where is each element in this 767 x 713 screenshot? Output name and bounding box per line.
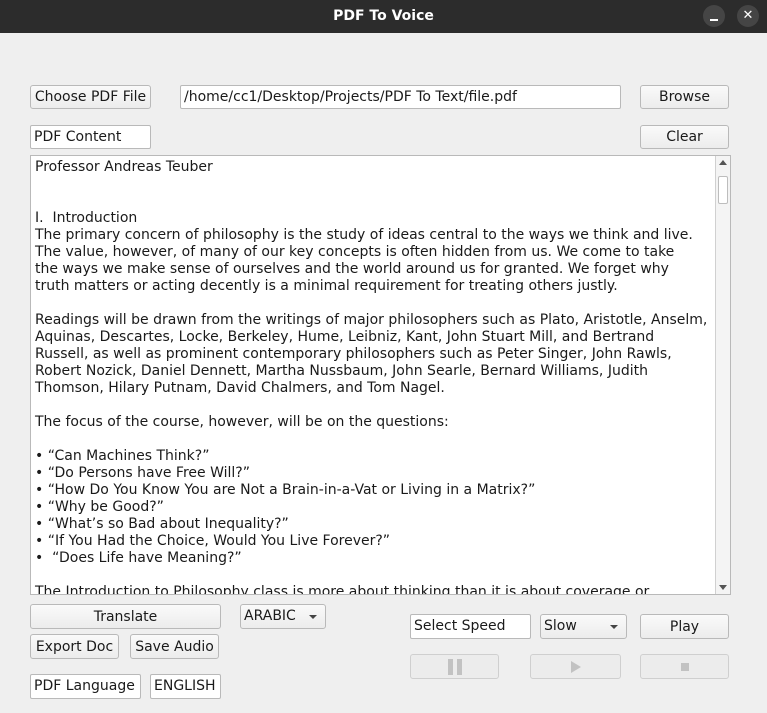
clear-button[interactable]: Clear	[640, 125, 729, 149]
choose-pdf-file-button[interactable]: Choose PDF File	[30, 85, 151, 109]
pause-button[interactable]	[410, 654, 499, 679]
translate-language-value: ARABIC	[244, 608, 296, 624]
minimize-icon	[710, 19, 718, 21]
pdf-content-label: PDF Content	[30, 125, 151, 149]
translate-button[interactable]: Translate	[30, 604, 221, 629]
pause-icon	[447, 658, 462, 675]
play-icon	[570, 660, 581, 673]
scroll-thumb[interactable]	[718, 176, 728, 204]
select-speed-label: Select Speed	[410, 614, 531, 639]
play-button[interactable]: Play	[640, 614, 729, 639]
export-doc-button[interactable]: Export Doc	[30, 634, 119, 659]
title-bar: PDF To Voice ✕	[0, 0, 767, 33]
pdf-content-text: Professor Andreas Teuber I. Introduction…	[35, 159, 708, 595]
speed-value: Slow	[544, 618, 577, 634]
pdf-language-label: PDF Language	[30, 674, 141, 699]
translate-language-select[interactable]: ARABIC	[240, 604, 326, 629]
chevron-down-icon	[309, 615, 317, 619]
close-icon: ✕	[742, 8, 754, 23]
stop-icon	[680, 662, 689, 671]
scroll-down-icon[interactable]	[719, 585, 727, 590]
pdf-language-value: ENGLISH	[150, 674, 221, 699]
save-audio-button[interactable]: Save Audio	[130, 634, 219, 659]
minimize-button[interactable]	[703, 5, 725, 27]
vertical-scrollbar[interactable]	[715, 156, 730, 594]
stop-button[interactable]	[640, 654, 729, 679]
pdf-content-textarea[interactable]: Professor Andreas Teuber I. Introduction…	[30, 155, 731, 595]
chevron-down-icon	[610, 625, 618, 629]
close-button[interactable]: ✕	[737, 5, 759, 27]
window-title: PDF To Voice	[333, 8, 434, 24]
browse-button[interactable]: Browse	[640, 85, 729, 109]
resume-button[interactable]	[530, 654, 621, 679]
scroll-up-icon[interactable]	[719, 160, 727, 165]
speed-select[interactable]: Slow	[540, 614, 627, 639]
file-path-field[interactable]: /home/cc1/Desktop/Projects/PDF To Text/f…	[180, 85, 621, 109]
